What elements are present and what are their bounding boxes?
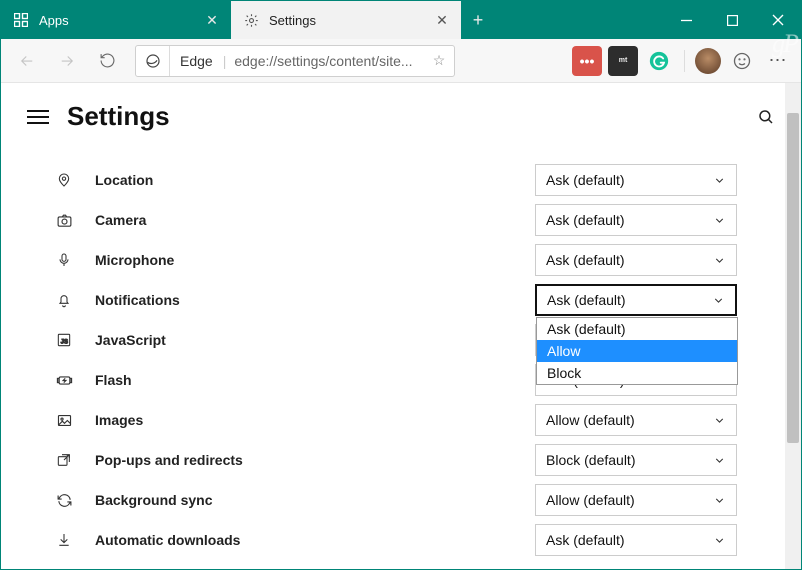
permission-select[interactable]: Allow (default) [535,484,737,516]
permission-row: Camera Ask (default) [55,200,737,240]
images-icon [55,411,73,429]
permission-row: Pop-ups and redirects Block (default) [55,440,737,480]
address-bar[interactable]: Edge | edge://settings/content/site... ☆ [135,45,455,77]
permission-select[interactable]: Ask (default) [535,244,737,276]
permission-label: Notifications [95,292,180,308]
permission-value: Ask (default) [546,212,713,228]
extensions-group: ••• mt ⋯ [572,46,793,76]
permission-label: Images [95,412,143,428]
close-icon[interactable]: ✕ [433,12,451,29]
permission-value: Ask (default) [547,292,712,308]
download-icon [55,531,73,549]
hamburger-icon[interactable] [27,106,49,128]
close-window-button[interactable] [755,1,801,39]
dropdown-menu: Ask (default)AllowBlock [536,317,738,385]
toolbar: Edge | edge://settings/content/site... ☆… [1,39,801,83]
feedback-icon[interactable] [727,46,757,76]
settings-page: Settings Location Ask (default) Camera Ask … [1,83,801,569]
dropdown-option[interactable]: Ask (default) [537,318,737,340]
dropdown-option[interactable]: Block [537,362,737,384]
profile-avatar[interactable] [695,48,721,74]
permission-row: Automatic downloads Ask (default) [55,520,737,560]
permission-row: Notifications Ask (default)Ask (default)A… [55,280,737,320]
camera-icon [55,211,73,229]
gear-icon [243,12,259,28]
page-title: Settings [67,101,170,132]
content-area: Settings Location Ask (default) Camera Ask … [1,83,801,569]
permission-row: Images Allow (default) [55,400,737,440]
chevron-down-icon [713,174,726,187]
permission-row: Microphone Ask (default) [55,240,737,280]
extension-mailtrack-icon[interactable]: mt [608,46,638,76]
permission-value: Allow (default) [546,492,713,508]
bell-icon [55,291,73,309]
javascript-icon: JS [55,331,73,349]
permission-label: Microphone [95,252,174,268]
separator [684,50,685,72]
titlebar: Apps ✕ Settings ✕ + [1,1,801,39]
flash-icon [55,371,73,389]
svg-text:JS: JS [61,339,68,345]
chevron-down-icon [713,454,726,467]
permission-value: Block (default) [546,452,713,468]
microphone-icon [55,251,73,269]
chevron-down-icon [713,494,726,507]
permission-label: Location [95,172,153,188]
permission-label: Automatic downloads [95,532,240,548]
permission-value: Ask (default) [546,172,713,188]
permission-label: Camera [95,212,146,228]
page-header: Settings [27,101,775,132]
permission-row: Background sync Allow (default) [55,480,737,520]
permission-label: Flash [95,372,132,388]
permission-label: JavaScript [95,332,166,348]
permission-value: Ask (default) [546,532,713,548]
more-menu-icon[interactable]: ⋯ [763,46,793,76]
chevron-down-icon [712,294,725,307]
close-icon[interactable]: ✕ [203,12,221,29]
tab-label: Apps [39,13,193,28]
maximize-button[interactable] [709,1,755,39]
permission-value: Allow (default) [546,412,713,428]
sync-icon [55,491,73,509]
chevron-down-icon [713,254,726,267]
permissions-list: Location Ask (default) Camera Ask (default)… [27,158,747,560]
apps-icon [13,12,29,28]
permission-row: Location Ask (default) [55,160,737,200]
extension-lastpass-icon[interactable]: ••• [572,46,602,76]
edge-icon [136,46,170,76]
permission-select[interactable]: Ask (default) [535,164,737,196]
permission-select[interactable]: Allow (default) [535,404,737,436]
tab-label: Settings [269,13,423,28]
permission-label: Background sync [95,492,212,508]
dropdown-option[interactable]: Allow [537,340,737,362]
search-icon[interactable] [757,108,775,126]
permission-select[interactable]: Ask (default) [535,204,737,236]
favorite-icon[interactable]: ☆ [424,52,454,69]
popup-icon [55,451,73,469]
tab-apps[interactable]: Apps ✕ [1,1,231,39]
permission-select[interactable]: Ask (default) [535,524,737,556]
chevron-down-icon [713,414,726,427]
permission-select[interactable]: Block (default) [535,444,737,476]
chevron-down-icon [713,534,726,547]
tab-settings[interactable]: Settings ✕ [231,1,461,39]
chevron-down-icon [713,214,726,227]
minimize-button[interactable] [663,1,709,39]
address-url: edge://settings/content/site... [226,53,424,69]
permission-value: Ask (default) [546,252,713,268]
scrollbar-rail[interactable] [785,83,801,569]
new-tab-button[interactable]: + [461,1,495,39]
permission-label: Pop-ups and redirects [95,452,243,468]
forward-button[interactable] [49,43,85,79]
back-button[interactable] [9,43,45,79]
address-protocol-label: Edge [170,53,223,69]
scrollbar-thumb[interactable] [787,113,799,443]
permission-select[interactable]: Ask (default)Ask (default)AllowBlock [535,284,737,316]
location-icon [55,171,73,189]
extension-grammarly-icon[interactable] [644,46,674,76]
browser-window: gP Apps ✕ Settings ✕ + [0,0,802,570]
refresh-button[interactable] [89,43,125,79]
